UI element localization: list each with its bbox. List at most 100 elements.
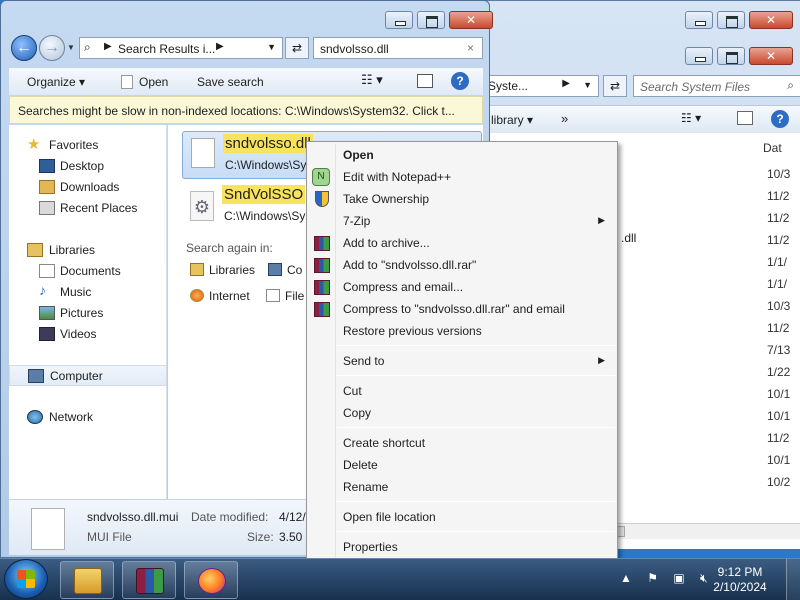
menu-separator [337, 501, 615, 502]
nav-item-desktop[interactable]: Desktop [9, 156, 167, 177]
nav-item-downloads[interactable]: Downloads [9, 177, 167, 198]
address-segment[interactable]: Search Results i... [118, 42, 215, 56]
maximize-button[interactable] [417, 11, 445, 29]
chevron-right-icon[interactable]: ▶ [216, 41, 224, 52]
open-button[interactable]: Open [121, 75, 168, 89]
taskbar-firefox-button[interactable] [184, 561, 238, 599]
menu-item-properties[interactable]: Properties [309, 536, 615, 558]
nav-item-computer[interactable]: Computer [9, 365, 167, 386]
minimize-button[interactable] [385, 11, 413, 29]
taskbar-explorer-button[interactable] [60, 561, 114, 599]
search-value[interactable]: sndvolsso.dll [320, 42, 389, 56]
menu-item-open[interactable]: Open [309, 144, 615, 166]
forward-arrow-icon[interactable]: → [39, 35, 65, 61]
more-commands-button[interactable]: » [561, 111, 568, 126]
refresh-icon[interactable]: ⇄ [285, 37, 309, 59]
preview-pane-icon[interactable] [737, 111, 753, 125]
menu-item-take-ownership[interactable]: Take Ownership [309, 188, 615, 210]
computer-icon [28, 369, 44, 383]
nav-item-libraries[interactable]: Libraries [9, 240, 167, 261]
menu-item-add-rar[interactable]: Add to "sndvolsso.dll.rar" [309, 254, 615, 276]
refresh-icon[interactable]: ⇄ [603, 75, 627, 97]
views-button[interactable]: ☷ ▾ [681, 111, 701, 125]
help-icon[interactable]: ? [771, 110, 789, 128]
minimize-button[interactable] [685, 11, 713, 29]
menu-label: Properties [343, 540, 398, 554]
recent-pages-chevron-icon[interactable]: ▼ [67, 43, 75, 52]
nav-label: Recent Places [60, 201, 138, 215]
menu-item-restore-versions[interactable]: Restore previous versions [309, 320, 615, 342]
clock[interactable]: 9:12 PM 2/10/2024 [700, 565, 780, 595]
address-segment[interactable]: Syste... [488, 79, 528, 93]
search-icon: ⌕ [84, 40, 91, 54]
recent-places-icon [39, 201, 55, 215]
libraries-icon [190, 263, 204, 276]
close-button[interactable] [449, 11, 493, 29]
nav-item-recent-places[interactable]: Recent Places [9, 198, 167, 219]
nav-item-pictures[interactable]: Pictures [9, 303, 167, 324]
preview-pane-icon[interactable] [417, 74, 433, 88]
menu-item-compress-email[interactable]: Compress and email... [309, 276, 615, 298]
network-icon [27, 410, 43, 424]
nav-item-videos[interactable]: Videos [9, 324, 167, 345]
organize-button[interactable]: Organize ▾ [27, 75, 85, 89]
maximize-button[interactable] [717, 47, 745, 65]
show-hidden-icons-chevron-icon[interactable]: ▲ [620, 571, 632, 585]
search-again-libraries[interactable]: Libraries [190, 263, 255, 277]
slow-search-infobar[interactable]: Searches might be slow in non-indexed lo… [9, 96, 483, 124]
back-arrow-icon[interactable]: ← [11, 35, 37, 61]
nav-item-music[interactable]: ♪ Music [9, 282, 167, 303]
menu-item-create-shortcut[interactable]: Create shortcut [309, 432, 615, 454]
nav-item-network[interactable]: Network [9, 407, 167, 428]
help-icon[interactable]: ? [451, 72, 469, 90]
search-again-computer[interactable]: Co [268, 263, 302, 277]
minimize-button[interactable] [685, 47, 713, 65]
background-search-input[interactable]: Search System Files ⌕ [633, 75, 800, 97]
menu-item-cut[interactable]: Cut [309, 380, 615, 402]
date-cell: 7/13 [767, 343, 791, 357]
submenu-arrow-icon: ▶ [598, 215, 605, 225]
start-button[interactable] [4, 559, 48, 599]
menu-item-open-file-location[interactable]: Open file location [309, 506, 615, 528]
network-icon[interactable]: ▣ [673, 571, 684, 585]
file-contents-icon [266, 289, 280, 302]
search-again-label: Search again in: [186, 241, 273, 255]
maximize-button[interactable] [717, 11, 745, 29]
file-icon [191, 138, 215, 168]
menu-item-send-to[interactable]: Send to ▶ [309, 350, 615, 372]
column-header-date[interactable]: Dat [763, 141, 782, 155]
menu-item-compress-rar-email[interactable]: Compress to "sndvolsso.dll.rar" and emai… [309, 298, 615, 320]
menu-item-7zip[interactable]: 7-Zip ▶ [309, 210, 615, 232]
address-bar[interactable]: ⌕ ▶ Search Results i... ▶ ▼ [79, 37, 283, 59]
save-search-button[interactable]: Save search [197, 75, 264, 89]
libraries-icon [27, 243, 43, 257]
winrar-icon [314, 258, 330, 273]
close-button[interactable] [749, 47, 793, 65]
clock-date: 2/10/2024 [713, 580, 767, 594]
document-icon [121, 75, 133, 89]
navigation-pane: ★ Favorites Desktop Downloads Recent Pla… [9, 125, 167, 499]
chevron-down-icon[interactable]: ▼ [267, 42, 276, 52]
menu-item-add-archive[interactable]: Add to archive... [309, 232, 615, 254]
action-center-flag-icon[interactable]: ⚑ [647, 571, 658, 585]
background-address-bar[interactable]: Syste... ▶ ▼ [481, 75, 599, 97]
views-button[interactable]: ☷ ▾ [361, 72, 383, 88]
menu-item-edit-notepad[interactable]: N Edit with Notepad++ [309, 166, 615, 188]
search-again-internet[interactable]: Internet [190, 289, 250, 303]
menu-item-copy[interactable]: Copy [309, 402, 615, 424]
search-input[interactable]: sndvolsso.dll × [313, 37, 483, 59]
close-button[interactable] [749, 11, 793, 29]
nav-item-favorites[interactable]: ★ Favorites [9, 135, 167, 156]
uac-shield-icon [315, 191, 329, 207]
menu-item-delete[interactable]: Delete [309, 454, 615, 476]
show-desktop-button[interactable] [786, 559, 800, 600]
taskbar-winrar-button[interactable] [122, 561, 176, 599]
chevron-down-icon[interactable]: ▼ [583, 80, 592, 90]
open-label: Open [139, 75, 169, 89]
date-cell: 10/1 [767, 387, 791, 401]
chevron-right-icon[interactable]: ▶ [104, 41, 112, 52]
menu-item-rename[interactable]: Rename [309, 476, 615, 498]
clear-search-icon[interactable]: × [467, 41, 474, 55]
nav-item-documents[interactable]: Documents [9, 261, 167, 282]
include-in-library-button[interactable]: library ▾ [491, 113, 533, 127]
